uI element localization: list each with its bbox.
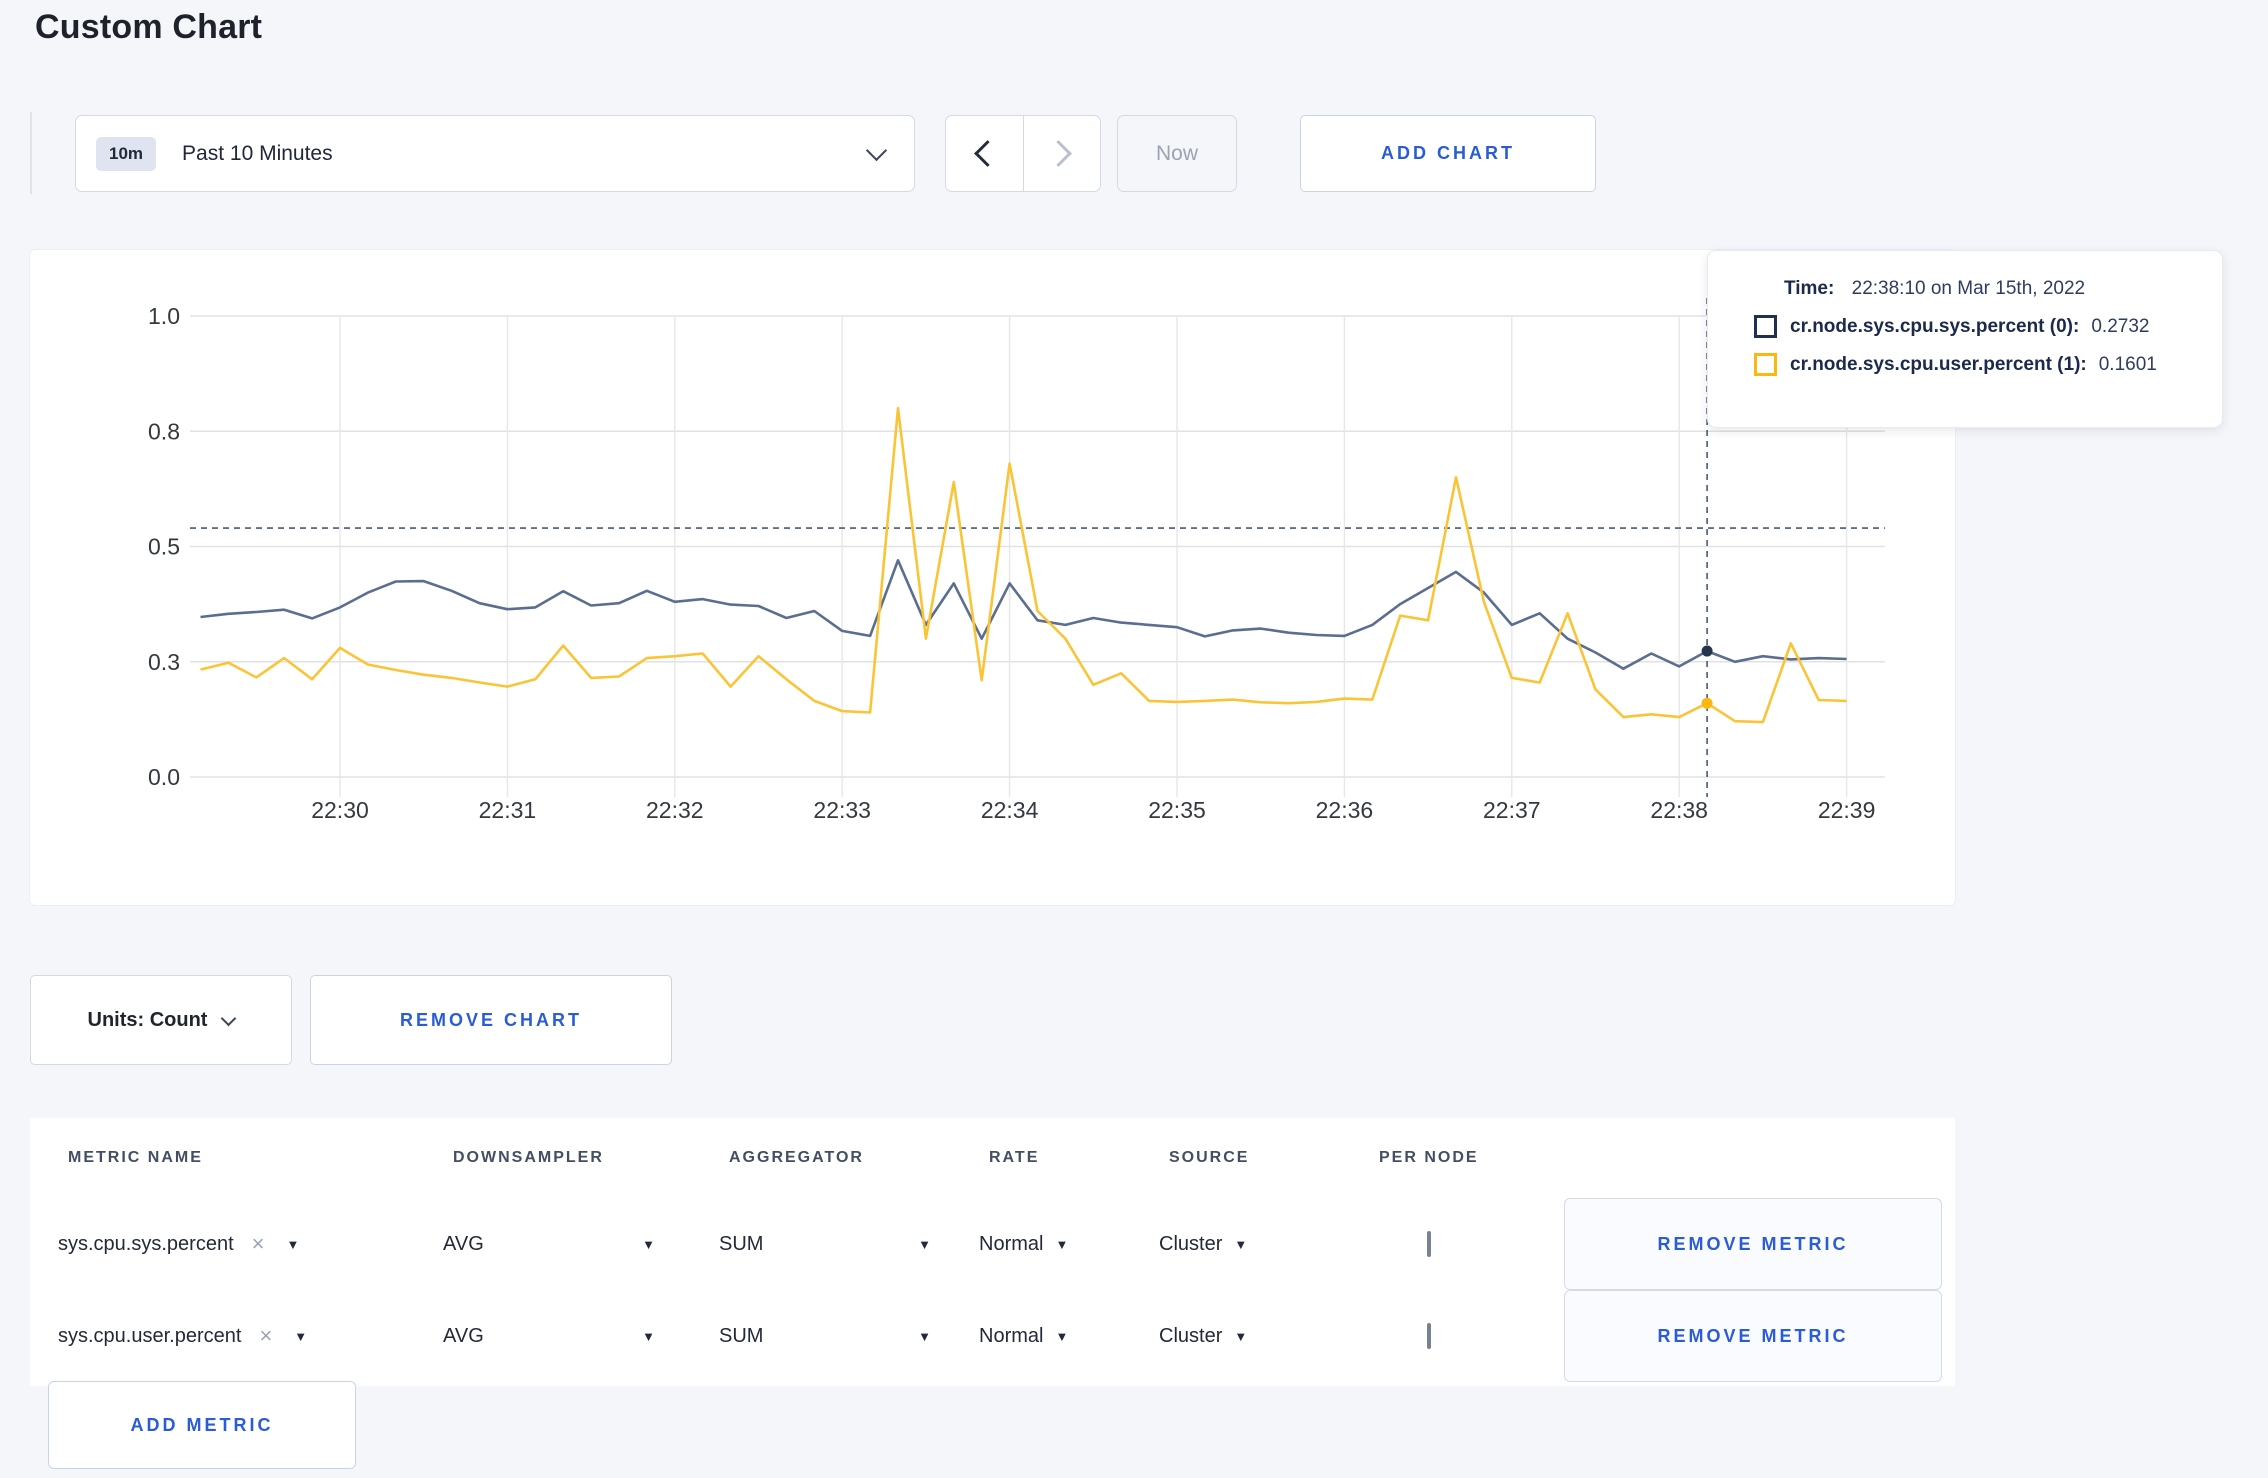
custom-chart[interactable]: 0.0 0.3 0.5 0.8 1.0 22:30 22:31 22:32 22:33 22:34… bbox=[30, 250, 1955, 905]
clear-metric-icon[interactable]: × bbox=[252, 1231, 265, 1257]
col-header-metric-name: METRIC NAME bbox=[68, 1149, 203, 1166]
downsampler-select[interactable]: AVG ▼ bbox=[443, 1233, 655, 1256]
rate-value: Normal bbox=[979, 1324, 1044, 1347]
series-line-cr.node.sys.cpu.sys.percent bbox=[200, 558, 1847, 671]
units-select[interactable]: Units: Count bbox=[30, 975, 292, 1065]
chevron-right-icon bbox=[1045, 140, 1073, 167]
y-axis-tick-label: 0.5 bbox=[148, 534, 180, 560]
custom-chart-page: Custom Chart 10m Past 10 Minutes Now ADD… bbox=[0, 0, 2268, 1478]
x-axis-tick-label: 22:38 bbox=[1650, 797, 1708, 823]
caret-down-icon: ▼ bbox=[642, 1236, 655, 1252]
series-0-legend-square-icon bbox=[1754, 315, 1777, 338]
chart-tooltip: Time: 22:38:10 on Mar 15th, 2022 cr.node… bbox=[1707, 250, 2223, 428]
now-button[interactable]: Now bbox=[1117, 115, 1237, 192]
per-node-checkbox[interactable] bbox=[1427, 1230, 1431, 1257]
crosshair-dot bbox=[1701, 645, 1713, 657]
caret-down-icon: ▼ bbox=[642, 1328, 655, 1344]
x-axis-tick-label: 22:34 bbox=[981, 797, 1039, 823]
caret-down-icon: ▼ bbox=[286, 1236, 300, 1252]
chevron-left-icon bbox=[973, 140, 1001, 167]
tooltip-series-row: cr.node.sys.cpu.sys.percent (0): 0.2732 bbox=[1754, 315, 2222, 338]
rate-select[interactable]: Normal ▼ bbox=[979, 1233, 1159, 1256]
aggregator-value: SUM bbox=[719, 1324, 764, 1347]
downsampler-value: AVG bbox=[443, 1324, 484, 1347]
caret-down-icon: ▼ bbox=[1055, 1236, 1069, 1252]
add-chart-button[interactable]: ADD CHART bbox=[1300, 115, 1596, 192]
aggregator-select[interactable]: SUM ▼ bbox=[719, 1325, 931, 1348]
col-header-per-node: PER NODE bbox=[1379, 1149, 1479, 1166]
rate-select[interactable]: Normal ▼ bbox=[979, 1325, 1159, 1348]
metric-name-select[interactable]: sys.cpu.sys.percent × ▼ bbox=[58, 1231, 443, 1257]
y-axis-tick-label: 1.0 bbox=[148, 303, 180, 329]
x-axis-tick-label: 22:30 bbox=[311, 797, 369, 823]
source-select[interactable]: Cluster ▼ bbox=[1159, 1233, 1369, 1256]
metric-name-value: sys.cpu.sys.percent bbox=[58, 1232, 234, 1255]
units-label: Units: Count bbox=[87, 1008, 208, 1031]
tooltip-series-0-value: 0.2732 bbox=[2091, 315, 2150, 337]
caret-down-icon: ▼ bbox=[1234, 1328, 1248, 1344]
metrics-table: METRIC NAME DOWNSAMPLER AGGREGATOR RATE … bbox=[30, 1118, 1955, 1386]
metric-name-select[interactable]: sys.cpu.user.percent × ▼ bbox=[58, 1323, 443, 1349]
x-axis-tick-label: 22:37 bbox=[1483, 797, 1541, 823]
chevron-down-icon bbox=[865, 139, 888, 162]
y-axis-tick-label: 0.3 bbox=[148, 649, 180, 675]
series-1-legend-square-icon bbox=[1754, 353, 1777, 376]
x-axis-tick-label: 22:31 bbox=[479, 797, 537, 823]
tooltip-time-row: Time: 22:38:10 on Mar 15th, 2022 bbox=[1754, 278, 2222, 300]
y-axis-tick-label: 0.8 bbox=[148, 418, 180, 444]
per-node-checkbox[interactable] bbox=[1427, 1322, 1431, 1349]
col-header-downsampler: DOWNSAMPLER bbox=[453, 1149, 604, 1166]
x-axis-tick-label: 22:33 bbox=[813, 797, 871, 823]
caret-down-icon: ▼ bbox=[1234, 1236, 1248, 1252]
add-metric-button[interactable]: ADD METRIC bbox=[48, 1381, 356, 1469]
chart-card: 0.0 0.3 0.5 0.8 1.0 22:30 22:31 22:32 22:33 22:34… bbox=[30, 250, 1955, 905]
x-axis-tick-label: 22:36 bbox=[1316, 797, 1374, 823]
downsampler-select[interactable]: AVG ▼ bbox=[443, 1325, 655, 1348]
clear-metric-icon[interactable]: × bbox=[259, 1323, 272, 1349]
tooltip-series-row: cr.node.sys.cpu.user.percent (1): 0.1601 bbox=[1754, 353, 2222, 376]
downsampler-value: AVG bbox=[443, 1232, 484, 1255]
x-axis-tick-label: 22:32 bbox=[646, 797, 704, 823]
source-value: Cluster bbox=[1159, 1232, 1223, 1255]
rate-value: Normal bbox=[979, 1232, 1044, 1255]
aggregator-value: SUM bbox=[719, 1232, 764, 1255]
aggregator-select[interactable]: SUM ▼ bbox=[719, 1233, 931, 1256]
metric-row: sys.cpu.sys.percent × ▼ AVG ▼ SUM ▼ Norm… bbox=[30, 1198, 1955, 1290]
controls-left-divider bbox=[30, 112, 32, 194]
page-title: Custom Chart bbox=[35, 8, 263, 46]
time-range-badge: 10m bbox=[96, 136, 157, 171]
x-axis-tick-label: 22:39 bbox=[1818, 797, 1876, 823]
tooltip-series-1-label: cr.node.sys.cpu.user.percent (1): bbox=[1790, 353, 2087, 375]
crosshair-dot bbox=[1701, 697, 1713, 709]
x-axis-tick-label: 22:35 bbox=[1148, 797, 1206, 823]
tooltip-time-label: Time: bbox=[1784, 278, 1835, 299]
y-axis-tick-label: 0.0 bbox=[148, 764, 180, 790]
source-select[interactable]: Cluster ▼ bbox=[1159, 1325, 1369, 1348]
tooltip-time-value: 22:38:10 on Mar 15th, 2022 bbox=[1851, 278, 2086, 299]
source-value: Cluster bbox=[1159, 1324, 1223, 1347]
caret-down-icon: ▼ bbox=[294, 1328, 308, 1344]
time-pager bbox=[945, 115, 1101, 192]
remove-metric-button[interactable]: REMOVE METRIC bbox=[1564, 1290, 1942, 1382]
prev-time-button[interactable] bbox=[946, 116, 1023, 191]
col-header-rate: RATE bbox=[989, 1149, 1040, 1166]
time-range-label: Past 10 Minutes bbox=[182, 141, 333, 165]
col-header-source: SOURCE bbox=[1169, 1149, 1250, 1166]
caret-down-icon: ▼ bbox=[918, 1236, 931, 1252]
series-line-cr.node.sys.cpu.user.percent bbox=[200, 406, 1847, 724]
metric-name-value: sys.cpu.user.percent bbox=[58, 1324, 242, 1347]
chevron-down-icon bbox=[221, 1010, 237, 1026]
time-range-select[interactable]: 10m Past 10 Minutes bbox=[75, 115, 915, 192]
remove-metric-button[interactable]: REMOVE METRIC bbox=[1564, 1198, 1942, 1290]
metrics-table-header: METRIC NAME DOWNSAMPLER AGGREGATOR RATE … bbox=[30, 1118, 1955, 1198]
tooltip-series-1-value: 0.1601 bbox=[2098, 353, 2157, 375]
next-time-button[interactable] bbox=[1022, 116, 1101, 191]
remove-chart-button[interactable]: REMOVE CHART bbox=[310, 975, 672, 1065]
col-header-aggregator: AGGREGATOR bbox=[729, 1149, 864, 1166]
caret-down-icon: ▼ bbox=[1055, 1328, 1069, 1344]
metric-row: sys.cpu.user.percent × ▼ AVG ▼ SUM ▼ Nor… bbox=[30, 1290, 1955, 1382]
tooltip-series-0-label: cr.node.sys.cpu.sys.percent (0): bbox=[1790, 315, 2080, 337]
caret-down-icon: ▼ bbox=[918, 1328, 931, 1344]
